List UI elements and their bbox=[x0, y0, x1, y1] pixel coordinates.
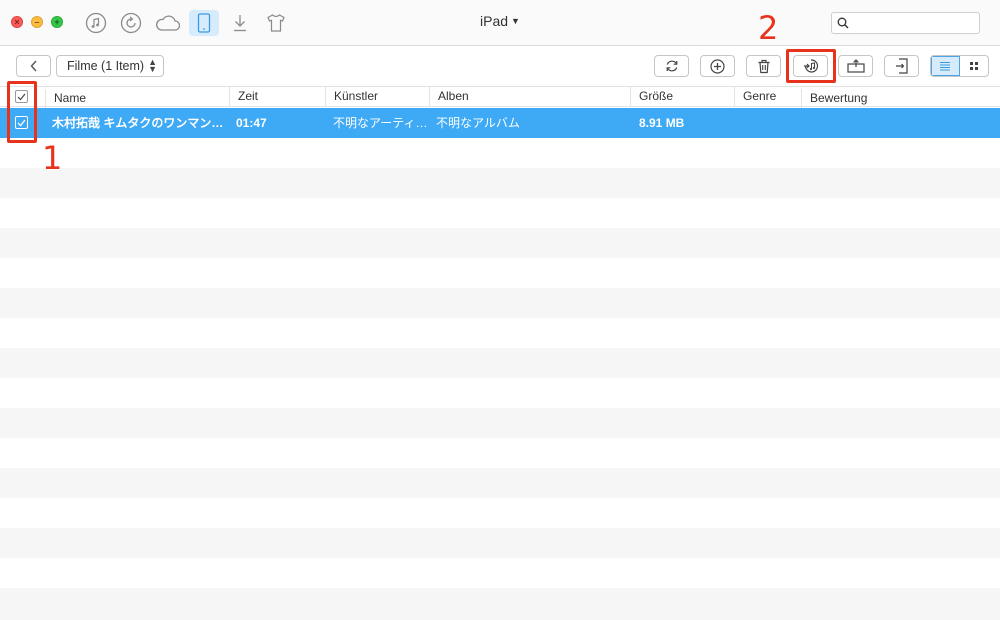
column-header-artist[interactable]: Künstler bbox=[325, 87, 429, 106]
device-name: iPad bbox=[480, 13, 509, 29]
chevron-left-icon bbox=[30, 60, 37, 72]
cell-album: 不明なアルバム bbox=[436, 116, 520, 130]
add-icon bbox=[710, 58, 725, 74]
category-select[interactable]: Filme (1 Item) ▲ ▼ bbox=[56, 55, 164, 77]
history-icon bbox=[120, 12, 142, 34]
trash-icon bbox=[758, 59, 769, 73]
empty-row bbox=[0, 318, 1000, 348]
empty-row bbox=[0, 228, 1000, 258]
empty-row bbox=[0, 408, 1000, 438]
toolkit-tab[interactable] bbox=[261, 10, 291, 36]
column-header-rating[interactable]: Bewertung bbox=[801, 89, 1000, 108]
empty-row bbox=[0, 348, 1000, 378]
download-icon bbox=[234, 15, 246, 32]
empty-row bbox=[0, 378, 1000, 408]
search-box[interactable] bbox=[831, 12, 980, 34]
title-bar: × – + iPad ▼ bbox=[0, 0, 1000, 46]
minimize-icon: – bbox=[34, 17, 40, 27]
add-button[interactable] bbox=[700, 55, 735, 77]
cell-name: 木村拓哉 キムタクのワンマン… bbox=[52, 116, 224, 130]
cell-artist: 不明なアーティ… bbox=[333, 116, 428, 130]
empty-row bbox=[0, 588, 1000, 620]
back-button[interactable] bbox=[16, 55, 51, 77]
refresh-button[interactable] bbox=[654, 55, 689, 77]
column-header-time[interactable]: Zeit bbox=[229, 87, 325, 106]
minimize-window-button[interactable]: – bbox=[31, 16, 43, 28]
icloud-tab[interactable] bbox=[153, 10, 183, 36]
toolbar: Filme (1 Item) ▲ ▼ bbox=[0, 46, 1000, 86]
ipad-tab[interactable] bbox=[189, 10, 219, 36]
column-header-name[interactable]: Name bbox=[45, 89, 229, 108]
column-header-genre[interactable]: Genre bbox=[734, 87, 801, 106]
cell-size: 8.91 MB bbox=[639, 116, 685, 130]
empty-row bbox=[0, 258, 1000, 288]
close-icon: × bbox=[14, 17, 20, 27]
maximize-window-button[interactable]: + bbox=[51, 16, 63, 28]
to-computer-button[interactable] bbox=[838, 55, 873, 77]
to-device-icon bbox=[846, 59, 865, 73]
grid-view-button[interactable] bbox=[960, 56, 988, 76]
annotation-number-1: 1 bbox=[42, 139, 63, 177]
empty-row bbox=[0, 528, 1000, 558]
annotation-number-2: 2 bbox=[758, 9, 779, 47]
list-view-icon bbox=[940, 61, 951, 71]
cell-genre bbox=[742, 108, 797, 138]
chevron-down-icon: ▼ bbox=[511, 16, 520, 26]
music-tab[interactable] bbox=[81, 10, 111, 36]
maximize-icon: + bbox=[54, 17, 60, 27]
empty-row bbox=[0, 288, 1000, 318]
empty-row bbox=[0, 558, 1000, 588]
empty-row bbox=[0, 468, 1000, 498]
close-window-button[interactable]: × bbox=[11, 16, 23, 28]
grid-view-icon bbox=[969, 62, 978, 70]
export-button[interactable] bbox=[884, 55, 919, 77]
music-icon bbox=[85, 12, 107, 34]
cloud-icon bbox=[156, 15, 181, 31]
ipad-icon bbox=[197, 13, 211, 33]
empty-row bbox=[0, 168, 1000, 198]
empty-row bbox=[0, 138, 1000, 168]
search-icon bbox=[837, 17, 849, 29]
table-row[interactable]: 木村拓哉 キムタクのワンマン… 01:47 不明なアーティ… 不明なアルバム 8… bbox=[0, 108, 1000, 138]
delete-button[interactable] bbox=[746, 55, 781, 77]
empty-row bbox=[0, 498, 1000, 528]
list-view-button[interactable] bbox=[931, 56, 960, 76]
refresh-icon bbox=[666, 60, 677, 72]
export-icon bbox=[895, 58, 908, 74]
annotation-box-2 bbox=[786, 49, 836, 83]
empty-row bbox=[0, 438, 1000, 468]
table-header: Name Zeit Künstler Alben Größe Genre Bew… bbox=[0, 86, 1000, 108]
column-header-album[interactable]: Alben bbox=[429, 87, 630, 106]
downloads-tab[interactable] bbox=[225, 10, 255, 36]
cell-time: 01:47 bbox=[236, 116, 267, 130]
cell-rating bbox=[809, 108, 989, 138]
annotation-box-1 bbox=[7, 81, 37, 143]
column-header-size[interactable]: Größe bbox=[630, 87, 734, 106]
device-selector[interactable]: iPad ▼ bbox=[460, 13, 540, 29]
category-label: Filme (1 Item) bbox=[67, 59, 145, 73]
shirt-icon bbox=[267, 14, 285, 32]
updown-arrows-icon: ▲ ▼ bbox=[148, 57, 157, 74]
history-tab[interactable] bbox=[116, 10, 146, 36]
search-input[interactable] bbox=[854, 15, 974, 31]
empty-row bbox=[0, 198, 1000, 228]
view-mode-toggle bbox=[930, 55, 989, 77]
